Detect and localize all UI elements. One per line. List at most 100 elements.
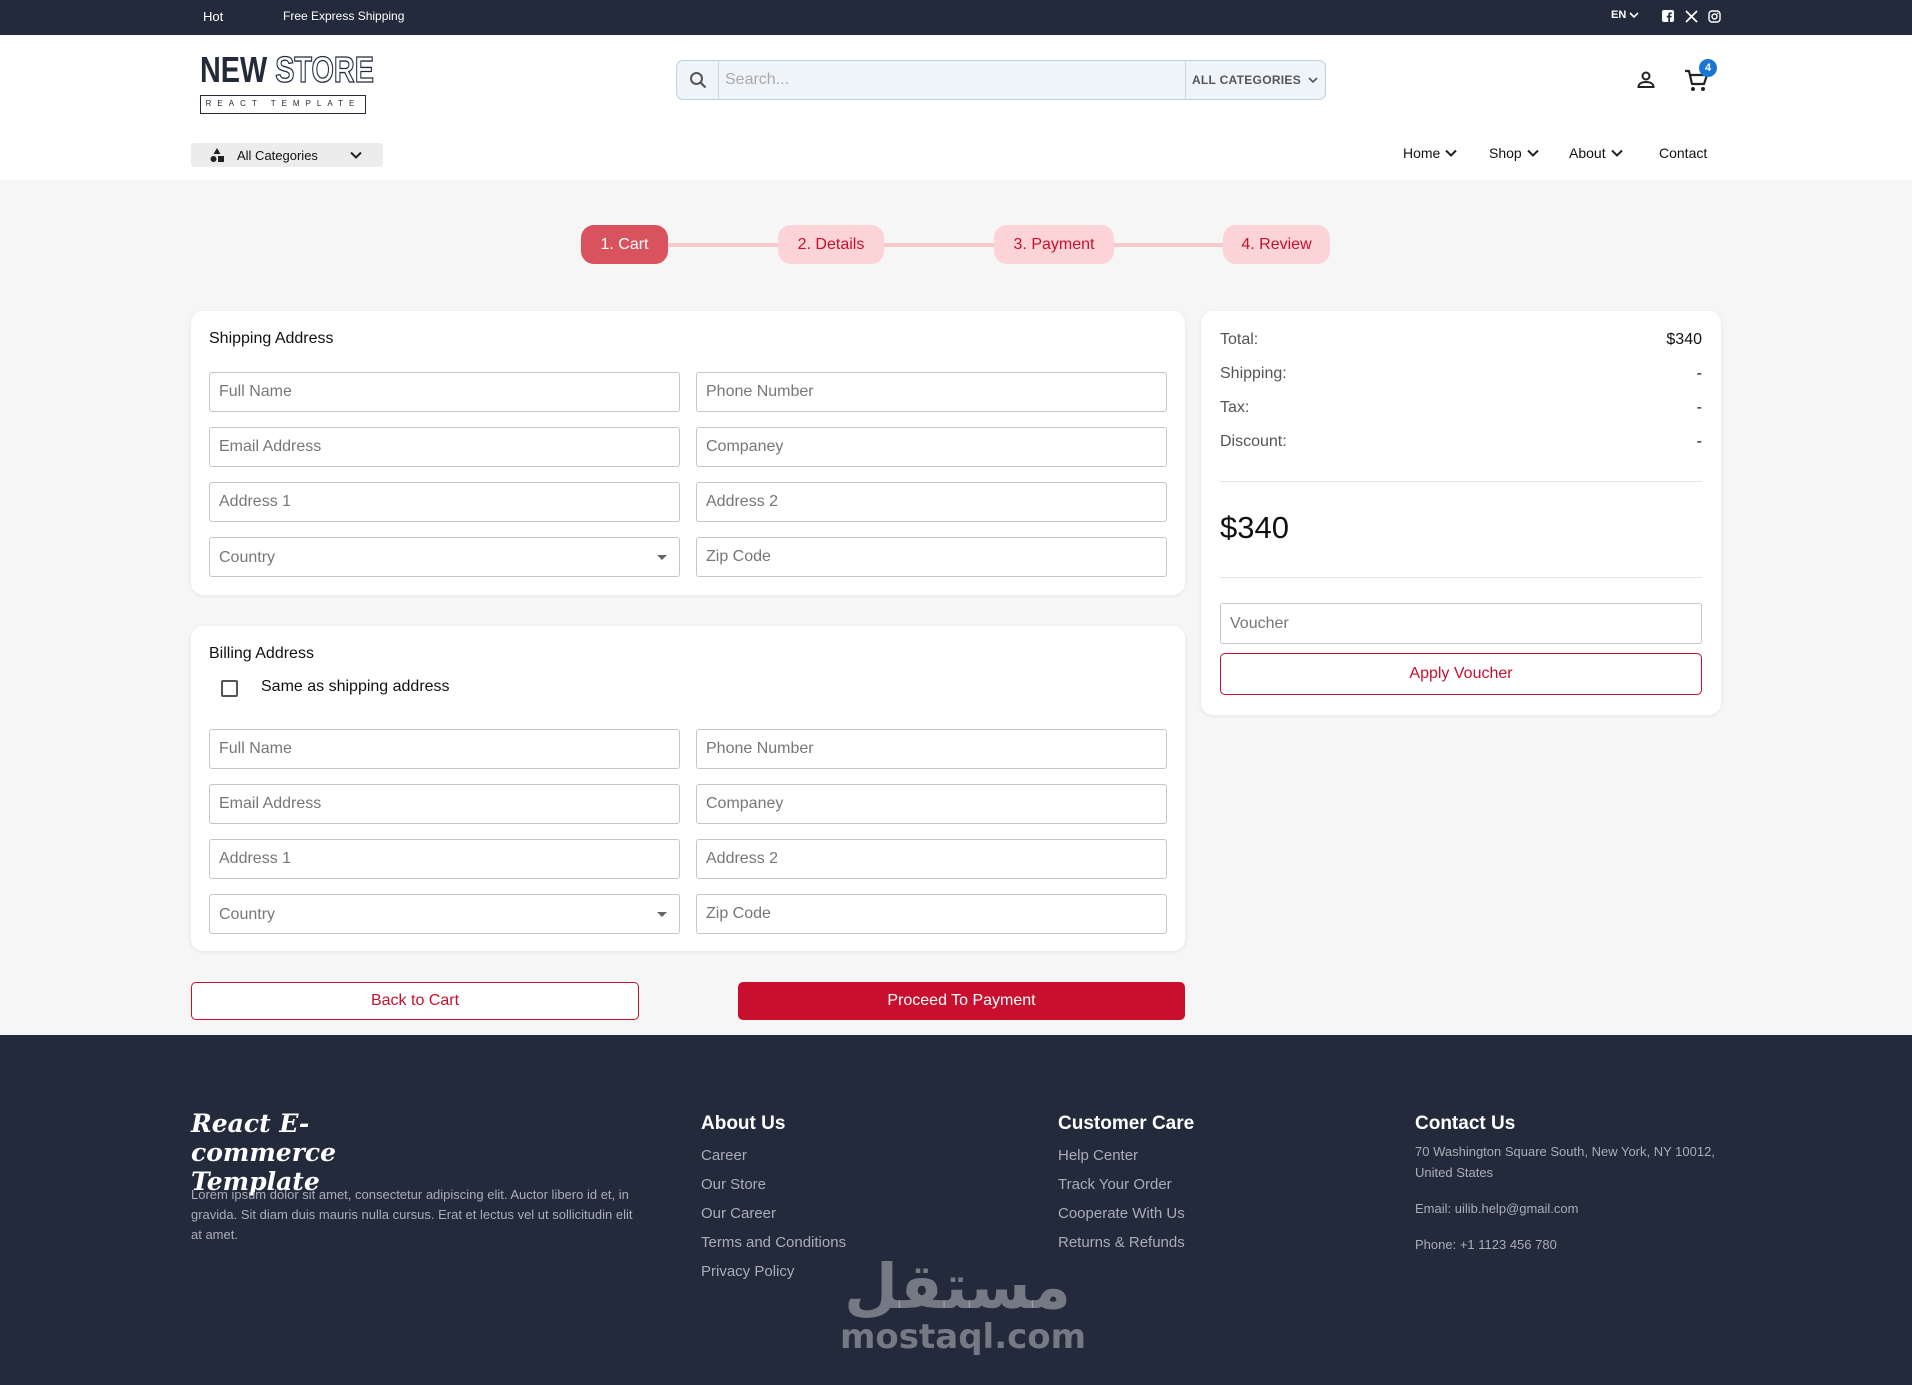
shipping-email-field[interactable] (209, 427, 680, 467)
shipping-zip-input[interactable] (697, 538, 1166, 576)
footer-care-title: Customer Care (1058, 1113, 1195, 1134)
billing-title: Billing Address (209, 645, 314, 662)
shipping-email-input[interactable] (210, 428, 679, 466)
same-as-shipping-checkbox[interactable] (221, 680, 238, 697)
nav-home-label: Home (1403, 145, 1441, 161)
billing-address2-input[interactable] (697, 840, 1166, 878)
mostaql-watermark: مستقل mostaql.com (840, 1255, 1087, 1357)
voucher-input[interactable] (1221, 604, 1701, 643)
chevron-down-icon (1445, 149, 1458, 157)
billing-zip-input[interactable] (697, 895, 1166, 933)
store-logo[interactable]: NEW STORE REACT TEMPLATE (200, 48, 374, 115)
step-review[interactable]: 4. Review (1223, 225, 1330, 264)
chevron-down-icon (1308, 77, 1318, 84)
shipping-address1-field[interactable] (209, 482, 680, 522)
shipping-company-input[interactable] (697, 428, 1166, 466)
billing-country-select[interactable]: Country (209, 894, 680, 934)
billing-full-name-field[interactable] (209, 729, 680, 769)
shipping-country-select[interactable]: Country (209, 537, 680, 577)
all-categories-button[interactable]: All Categories (191, 143, 383, 167)
footer-phone[interactable]: Phone: +1 1123 456 780 (1415, 1234, 1715, 1255)
footer-link-privacy[interactable]: Privacy Policy (701, 1263, 846, 1292)
shipping-phone-input[interactable] (697, 373, 1166, 411)
chevron-down-icon (350, 151, 362, 159)
footer-brand[interactable]: React E-commerce Template (191, 1109, 421, 1196)
hot-label[interactable]: Hot (203, 9, 223, 24)
billing-full-name-input[interactable] (210, 730, 679, 768)
user-icon[interactable] (1634, 68, 1658, 92)
nav-contact-label: Contact (1659, 145, 1708, 161)
billing-email-input[interactable] (210, 785, 679, 823)
nav-about-label: About (1569, 145, 1606, 161)
billing-company-input[interactable] (697, 785, 1166, 823)
nav-contact[interactable]: Contact (1659, 145, 1707, 161)
shipping-title: Shipping Address (209, 330, 334, 347)
site-header: NEW STORE REACT TEMPLATE ALL CATEGORIES … (0, 35, 1912, 180)
shipping-full-name-input[interactable] (210, 373, 679, 411)
billing-zip-field[interactable] (696, 894, 1167, 934)
billing-address1-input[interactable] (210, 840, 679, 878)
footer-email[interactable]: Email: uilib.help@gmail.com (1415, 1198, 1715, 1219)
shipping-zip-field[interactable] (696, 537, 1167, 577)
shipping-company-field[interactable] (696, 427, 1167, 467)
footer-link-career[interactable]: Career (701, 1147, 846, 1176)
summary-tax-value: - (1696, 399, 1702, 416)
nav-shop[interactable]: Shop (1489, 145, 1540, 161)
footer-link-terms[interactable]: Terms and Conditions (701, 1234, 846, 1263)
shipping-phone-field[interactable] (696, 372, 1167, 412)
shipping-full-name-field[interactable] (209, 372, 680, 412)
footer-link-returns[interactable]: Returns & Refunds (1058, 1234, 1185, 1263)
shipping-address2-input[interactable] (697, 483, 1166, 521)
chevron-down-icon (1629, 12, 1639, 19)
summary-discount-value: - (1696, 433, 1702, 450)
shipping-address2-field[interactable] (696, 482, 1167, 522)
cart-count-badge: 4 (1699, 59, 1717, 77)
shipping-address1-input[interactable] (210, 483, 679, 521)
summary-tax-label: Tax: (1220, 399, 1250, 416)
step-payment[interactable]: 3. Payment (994, 225, 1114, 264)
footer-link-cooperate[interactable]: Cooperate With Us (1058, 1205, 1185, 1234)
language-label: EN (1611, 9, 1627, 21)
x-icon[interactable] (1683, 8, 1699, 24)
logo-solid-text: NEW (200, 49, 268, 90)
language-selector[interactable]: EN (1611, 9, 1639, 21)
footer-link-help-center[interactable]: Help Center (1058, 1147, 1185, 1176)
apply-voucher-button[interactable]: Apply Voucher (1220, 653, 1702, 695)
footer-care-links: Help Center Track Your Order Cooperate W… (1058, 1147, 1185, 1263)
voucher-field[interactable] (1220, 603, 1702, 644)
billing-phone-field[interactable] (696, 729, 1167, 769)
nav-about[interactable]: About (1569, 145, 1624, 161)
billing-address1-field[interactable] (209, 839, 680, 879)
nav-home[interactable]: Home (1403, 145, 1458, 161)
billing-email-field[interactable] (209, 784, 680, 824)
promo-text: Free Express Shipping (283, 9, 405, 23)
stepper-track (640, 243, 1240, 247)
search-icon[interactable] (677, 61, 719, 99)
summary-grand-total: $340 (1220, 510, 1289, 545)
chevron-down-icon (1526, 149, 1539, 157)
facebook-icon[interactable] (1660, 8, 1676, 24)
same-as-shipping-label[interactable]: Same as shipping address (261, 678, 450, 696)
step-details[interactable]: 2. Details (778, 225, 884, 264)
caret-down-icon (657, 912, 667, 917)
footer-link-our-store[interactable]: Our Store (701, 1176, 846, 1205)
summary-total-row: Total: $340 (1220, 331, 1702, 349)
watermark-latin: mostaql.com (840, 1317, 1087, 1357)
search-category-select[interactable]: ALL CATEGORIES (1185, 61, 1325, 99)
billing-country-label: Country (219, 906, 276, 923)
footer-link-track-order[interactable]: Track Your Order (1058, 1176, 1185, 1205)
summary-total-label: Total: (1220, 331, 1259, 348)
billing-address2-field[interactable] (696, 839, 1167, 879)
proceed-to-payment-button[interactable]: Proceed To Payment (738, 982, 1185, 1020)
billing-phone-input[interactable] (697, 730, 1166, 768)
back-to-cart-button[interactable]: Back to Cart (191, 982, 639, 1020)
caret-down-icon (657, 555, 667, 560)
categories-shapes-icon (210, 148, 224, 162)
footer-contact-title: Contact Us (1415, 1113, 1516, 1134)
instagram-icon[interactable] (1706, 8, 1722, 24)
logo-outline-text: STORE (275, 48, 375, 90)
search-input[interactable] (719, 61, 1185, 99)
step-cart[interactable]: 1. Cart (581, 225, 668, 264)
footer-link-our-career[interactable]: Our Career (701, 1205, 846, 1234)
billing-company-field[interactable] (696, 784, 1167, 824)
